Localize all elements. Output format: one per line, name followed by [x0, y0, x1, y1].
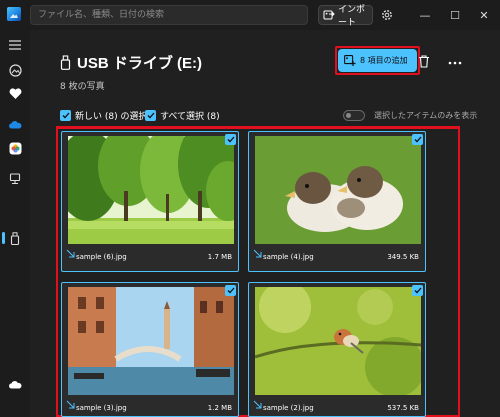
- import-arrow-icon: [66, 400, 75, 409]
- select-new-label: 新しい (8) の選択: [75, 112, 148, 122]
- import-icon: [323, 10, 335, 20]
- checkmark-icon: [414, 136, 421, 143]
- select-all-label: すべて選択 (8): [160, 112, 220, 122]
- close-button[interactable]: ✕: [476, 7, 492, 23]
- page-header: USB ドライブ (E:): [60, 52, 202, 73]
- search-box[interactable]: [30, 5, 308, 25]
- photo-filesize: 537.5 KB: [387, 404, 419, 412]
- add-items-button[interactable]: 8 項目の追加: [338, 49, 417, 72]
- photo-filesize: 1.7 MB: [207, 253, 232, 261]
- photo-card[interactable]: sample (3).jpg 1.2 MB: [61, 282, 239, 417]
- photo-filesize: 349.5 KB: [387, 253, 419, 261]
- photo-select-checkbox[interactable]: [225, 134, 236, 145]
- maximize-button[interactable]: ☐: [447, 7, 463, 23]
- photo-count: 8 枚の写真: [60, 82, 105, 92]
- icloud-photos-icon: [9, 142, 21, 154]
- show-selected-only-row[interactable]: 選択したアイテムのみを表示: [343, 110, 477, 121]
- photo-select-checkbox[interactable]: [412, 134, 423, 145]
- heart-icon: [9, 88, 21, 99]
- select-all-checkbox[interactable]: [145, 110, 156, 121]
- checkmark-icon: [147, 112, 154, 119]
- minimize-icon: —: [419, 8, 431, 22]
- minimize-button[interactable]: —: [417, 7, 433, 23]
- show-selected-label: 選択したアイテムのみを表示: [374, 111, 478, 120]
- photo-thumbnail-ducklings: [255, 136, 421, 244]
- show-selected-toggle[interactable]: [343, 110, 365, 121]
- hamburger-menu-button[interactable]: [7, 37, 23, 53]
- import-arrow-icon: [253, 249, 262, 258]
- maximize-icon: ☐: [450, 8, 460, 22]
- photo-thumbnail-forest: [68, 136, 234, 244]
- add-photos-icon: [344, 55, 356, 66]
- rail-item-onedrive[interactable]: [7, 116, 23, 132]
- hamburger-icon: [9, 40, 21, 50]
- rail-item-this-pc[interactable]: [7, 171, 23, 187]
- rail-item-cloud[interactable]: [7, 376, 23, 392]
- delete-trash-icon[interactable]: [418, 55, 430, 68]
- photo-filename: sample (2).jpg: [263, 404, 314, 412]
- main-content: USB ドライブ (E:) 8 枚の写真 8 項目の追加 新しい (8) の選択…: [30, 30, 500, 417]
- select-new-checkbox[interactable]: [60, 110, 71, 121]
- select-all-checkbox-row[interactable]: すべて選択 (8): [145, 109, 220, 122]
- navigation-rail: [0, 30, 30, 417]
- photo-thumbnail-bird: [255, 287, 421, 395]
- settings-gear-icon[interactable]: [380, 8, 394, 22]
- photo-card[interactable]: sample (6).jpg 1.7 MB: [61, 131, 239, 272]
- rail-item-usb-drive[interactable]: [7, 230, 23, 246]
- add-items-label: 8 項目の追加: [360, 56, 408, 65]
- photo-card[interactable]: sample (4).jpg 349.5 KB: [248, 131, 426, 272]
- gallery-icon: [8, 63, 22, 77]
- cloud-icon: [9, 380, 22, 388]
- checkmark-icon: [414, 287, 421, 294]
- rail-item-icloud-photos[interactable]: [7, 140, 23, 156]
- rail-item-favorites[interactable]: [7, 86, 23, 102]
- photo-card[interactable]: sample (2).jpg 537.5 KB: [248, 282, 426, 417]
- photo-filename: sample (6).jpg: [76, 253, 127, 261]
- photo-filename: sample (4).jpg: [263, 253, 314, 261]
- checkmark-icon: [62, 112, 69, 119]
- computer-icon: [9, 173, 21, 185]
- photo-select-checkbox[interactable]: [412, 285, 423, 296]
- checkmark-icon: [227, 287, 234, 294]
- active-indicator: [2, 232, 5, 244]
- photos-app-icon: [7, 7, 21, 21]
- select-new-checkbox-row[interactable]: 新しい (8) の選択: [60, 109, 147, 122]
- photo-filesize: 1.2 MB: [207, 404, 232, 412]
- checkmark-icon: [227, 136, 234, 143]
- more-options-button[interactable]: [448, 53, 462, 69]
- photo-select-checkbox[interactable]: [225, 285, 236, 296]
- import-label: インポート: [338, 5, 366, 28]
- import-arrow-icon: [66, 249, 75, 258]
- import-arrow-icon: [253, 400, 262, 409]
- usb-drive-title-icon: [60, 55, 71, 70]
- close-icon: ✕: [479, 8, 489, 22]
- photo-thumbnail-venice: [68, 287, 234, 395]
- photo-filename: sample (3).jpg: [76, 404, 127, 412]
- ellipsis-icon: [448, 61, 462, 65]
- page-title: USB ドライブ (E:): [77, 55, 202, 72]
- import-button[interactable]: インポート: [318, 5, 373, 28]
- title-bar: インポート — ☐ ✕: [0, 0, 500, 30]
- search-input[interactable]: [31, 6, 307, 24]
- onedrive-cloud-icon: [9, 120, 22, 128]
- usb-drive-icon: [10, 231, 20, 245]
- rail-item-gallery[interactable]: [7, 62, 23, 78]
